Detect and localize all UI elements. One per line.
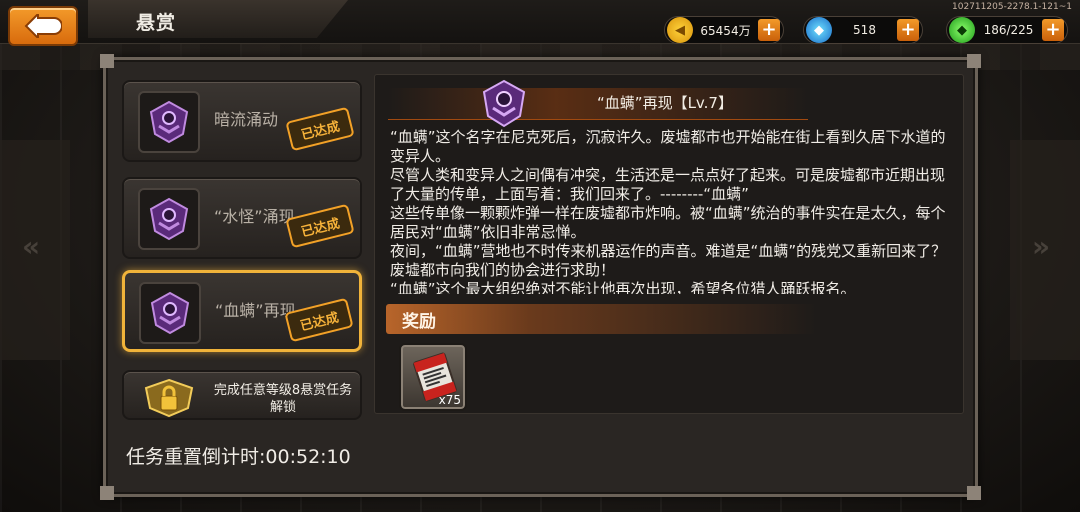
back-button[interactable] bbox=[8, 6, 78, 46]
reset-countdown: 任务重置倒计时:00:52:10 bbox=[126, 446, 351, 468]
gold-counter: ◀ 65454万 + bbox=[664, 16, 784, 44]
energy-counter: ◆ 186/225 + bbox=[946, 16, 1068, 44]
quest-item-3[interactable]: “血螨”再现 已达成 bbox=[122, 270, 362, 352]
rank-emblem-icon bbox=[139, 282, 201, 344]
title-tab bbox=[88, 0, 348, 38]
green-crystal-icon: ◆ bbox=[949, 17, 975, 43]
left-wall-decoration: « bbox=[0, 140, 70, 360]
quest-description[interactable]: “血螨”这个名字在尼克死后，沉寂许久。废墟都市也开始能在街上看到久居下水道的变异… bbox=[390, 128, 950, 294]
description-paragraph: 这些传单像一颗颗炸弹一样在废墟都市炸响。被“血螨”统治的事件实在是太久，每个居民… bbox=[390, 204, 946, 241]
add-gem-button[interactable]: + bbox=[897, 19, 919, 41]
reward-title: 奖励 bbox=[402, 312, 436, 332]
frame-corner bbox=[967, 486, 981, 500]
back-arrow-icon bbox=[24, 14, 62, 38]
reward-header-bar bbox=[386, 304, 960, 334]
rank-emblem-icon bbox=[138, 91, 200, 153]
quest-title: “血螨”再现【Lv.7】 bbox=[597, 94, 733, 112]
locked-quest-item[interactable]: 完成任意等级8悬赏任务解锁 bbox=[122, 370, 362, 420]
completed-stamp: 已达成 bbox=[285, 106, 355, 152]
blue-gem-icon: ◆ bbox=[806, 17, 832, 43]
quest-item-1[interactable]: 暗流涌动 已达成 bbox=[122, 80, 362, 162]
description-paragraph: 夜间，“血螨”营地也不时传来机器运作的声音。难道是“血螨”的残党又重新回来了？废… bbox=[390, 242, 947, 279]
rank-emblem-icon bbox=[482, 79, 526, 128]
quest-label: “血螨”再现 bbox=[215, 301, 296, 320]
unlock-requirement-text: 完成任意等级8悬赏任务解锁 bbox=[213, 383, 353, 415]
energy-value: 186/225 bbox=[983, 23, 1034, 37]
right-wall-decoration: » bbox=[1010, 140, 1080, 360]
description-paragraph: 尽管人类和变异人之间偶有冲突，生活还是一点点好了起来。可是废墟都市近期出现了大量… bbox=[390, 166, 946, 203]
description-paragraph: “血螨”这个名字在尼克死后，沉寂许久。废墟都市也开始能在街上看到久居下水道的变异… bbox=[390, 128, 946, 165]
quest-item-2[interactable]: “水怪”涌现 已达成 bbox=[122, 177, 362, 259]
gold-coin-icon: ◀ bbox=[667, 17, 693, 43]
reward-item-slot[interactable]: x75 bbox=[399, 343, 467, 411]
version-text: 102711205-2278.1-121~1 bbox=[952, 2, 1072, 12]
gem-value: 518 bbox=[853, 23, 876, 37]
quest-label: 暗流涌动 bbox=[214, 110, 279, 129]
frame-corner bbox=[100, 486, 114, 500]
frame-corner bbox=[967, 54, 981, 68]
locked-gold-emblem-icon bbox=[144, 378, 194, 418]
add-gold-button[interactable]: + bbox=[758, 19, 780, 41]
frame-corner bbox=[100, 54, 114, 68]
page-title: 悬赏 bbox=[136, 12, 177, 34]
gem-counter: ◆ 518 + bbox=[803, 16, 923, 44]
description-paragraph: “血螨”这个最大组织绝对不能让他再次出现，希望各位猎人踊跃报名。 bbox=[390, 280, 856, 294]
completed-stamp: 已达成 bbox=[285, 203, 355, 249]
gold-value: 65454万 bbox=[700, 23, 751, 38]
add-energy-button[interactable]: + bbox=[1042, 19, 1064, 41]
quest-label: “水怪”涌现 bbox=[214, 207, 295, 226]
rank-emblem-icon bbox=[138, 188, 200, 250]
reward-count: x75 bbox=[438, 393, 461, 407]
